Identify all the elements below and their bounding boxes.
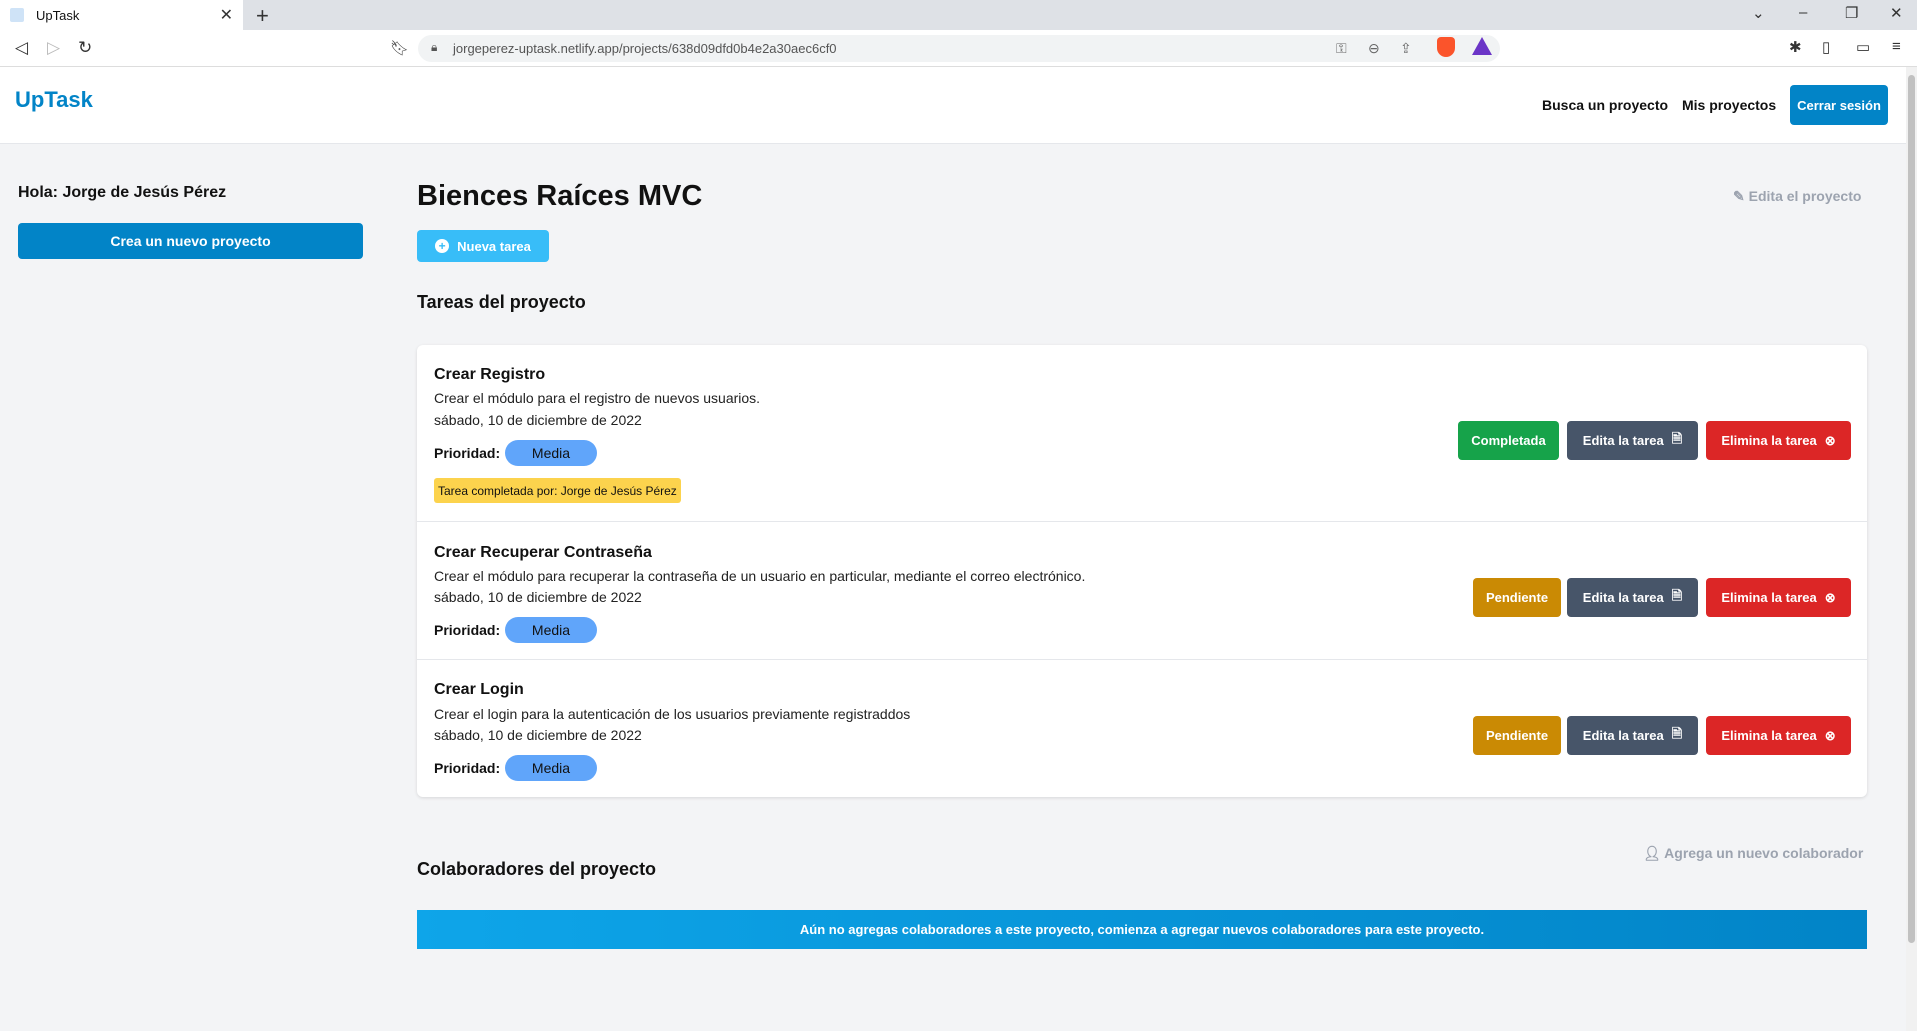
delete-task-button[interactable]: Elimina la tarea ⊗ bbox=[1706, 421, 1851, 460]
restore-icon[interactable]: ❐ bbox=[1845, 4, 1858, 22]
priority-badge: Media bbox=[505, 755, 597, 781]
delete-task-button[interactable]: Elimina la tarea ⊗ bbox=[1706, 716, 1851, 755]
edit-task-button[interactable]: Edita la tarea 🗎︎ bbox=[1567, 578, 1698, 617]
task-list: Crear Registro Crear el módulo para el r… bbox=[417, 345, 1867, 797]
user-greeting: Hola: Jorge de Jesús Pérez bbox=[18, 184, 227, 201]
favicon-icon bbox=[10, 8, 24, 22]
page-scrollbar[interactable] bbox=[1906, 67, 1917, 1031]
task-name: Crear Registro bbox=[434, 366, 546, 383]
edit-task-label: Edita la tarea bbox=[1582, 590, 1664, 605]
task-description: Crear el módulo para el registro de nuev… bbox=[434, 390, 761, 406]
new-project-button[interactable]: Crea un nuevo proyecto bbox=[18, 223, 363, 259]
back-icon[interactable]: ◁ bbox=[15, 38, 28, 58]
edit-task-button[interactable]: Edita la tarea 🗎︎ bbox=[1567, 421, 1698, 460]
minimize-icon[interactable]: – bbox=[1799, 4, 1807, 21]
tab-title: UpTask bbox=[36, 7, 80, 23]
task-date: sábado, 10 de diciembre de 2022 bbox=[434, 589, 642, 605]
window-close-icon[interactable]: ✕ bbox=[1890, 4, 1903, 22]
add-user-icon: 👤︎ bbox=[1643, 845, 1661, 861]
collaborators-heading: Colaboradores del proyecto bbox=[417, 859, 657, 879]
zoom-icon[interactable]: ⊖ bbox=[1368, 40, 1380, 57]
task-date: sábado, 10 de diciembre de 2022 bbox=[434, 412, 642, 428]
my-projects-link[interactable]: Mis proyectos bbox=[1682, 97, 1776, 113]
extensions-icon[interactable]: ✱ bbox=[1789, 38, 1802, 56]
bookmark-icon[interactable]: 🔖︎ bbox=[390, 39, 409, 57]
task-date: sábado, 10 de diciembre de 2022 bbox=[434, 727, 642, 743]
document-icon: 🗎︎ bbox=[1671, 587, 1683, 603]
new-task-button[interactable]: + Nueva tarea bbox=[417, 230, 549, 262]
priority-label: Prioridad: bbox=[434, 622, 501, 638]
delete-task-button[interactable]: Elimina la tarea ⊗ bbox=[1706, 578, 1851, 617]
status-button[interactable]: Pendiente bbox=[1473, 716, 1561, 755]
logout-button[interactable]: Cerrar sesión bbox=[1790, 85, 1888, 125]
key-icon[interactable]: ⚿ bbox=[1336, 40, 1347, 57]
reload-icon[interactable]: ↻ bbox=[78, 38, 92, 58]
task-item: Crear Registro Crear el módulo para el r… bbox=[417, 345, 1867, 522]
wallet-icon[interactable]: ▭ bbox=[1856, 38, 1870, 56]
brave-rewards-icon[interactable] bbox=[1472, 37, 1492, 55]
browser-toolbar: ◁ ▷ ↻ 🔖︎ 🔒︎ jorgeperez-uptask.netlify.ap… bbox=[0, 30, 1917, 67]
lock-icon: 🔒︎ bbox=[431, 40, 438, 54]
status-button[interactable]: Completada bbox=[1458, 421, 1559, 460]
edit-project-link[interactable]: ✎ Edita el proyecto bbox=[1733, 188, 1861, 205]
new-task-label: Nueva tarea bbox=[457, 238, 531, 254]
add-collaborator-link[interactable]: 👤︎ Agrega un nuevo colaborador bbox=[1643, 845, 1863, 862]
tab-close-icon[interactable]: ✕ bbox=[220, 5, 233, 25]
share-icon[interactable]: ⇪ bbox=[1400, 40, 1412, 57]
close-circle-icon: ⊗ bbox=[1824, 589, 1836, 605]
add-collaborator-label: Agrega un nuevo colaborador bbox=[1664, 845, 1864, 861]
tasks-heading: Tareas del proyecto bbox=[417, 292, 586, 312]
page-title: Biences Raíces MVC bbox=[417, 180, 703, 212]
priority-badge: Media bbox=[505, 440, 597, 466]
status-button[interactable]: Pendiente bbox=[1473, 578, 1561, 617]
logo[interactable]: UpTask bbox=[15, 87, 93, 113]
brave-shield-icon[interactable] bbox=[1437, 37, 1455, 57]
sidebar-icon[interactable]: ▯ bbox=[1822, 38, 1830, 56]
new-tab-button[interactable]: + bbox=[256, 3, 269, 29]
browser-tabbar: UpTask ✕ + ⌄ – ❐ ✕ bbox=[0, 0, 1917, 30]
browser-tab[interactable]: UpTask ✕ bbox=[0, 0, 243, 30]
close-circle-icon: ⊗ bbox=[1824, 432, 1836, 448]
task-name: Crear Login bbox=[434, 681, 524, 698]
priority-label: Prioridad: bbox=[434, 760, 501, 776]
edit-task-label: Edita la tarea bbox=[1582, 433, 1664, 448]
delete-task-label: Elimina la tarea bbox=[1721, 728, 1817, 743]
plus-circle-icon: + bbox=[435, 239, 450, 253]
task-description: Crear el módulo para recuperar la contra… bbox=[434, 568, 1086, 584]
document-icon: 🗎︎ bbox=[1671, 725, 1683, 741]
task-item: Crear Recuperar Contraseña Crear el módu… bbox=[417, 522, 1867, 660]
delete-task-label: Elimina la tarea bbox=[1721, 433, 1817, 448]
edit-icon: ✎ bbox=[1733, 188, 1745, 204]
task-description: Crear el login para la autenticación de … bbox=[434, 706, 911, 722]
edit-task-label: Edita la tarea bbox=[1582, 728, 1664, 743]
scrollbar-thumb[interactable] bbox=[1908, 75, 1915, 943]
menu-icon[interactable]: ≡ bbox=[1892, 38, 1901, 55]
edit-task-button[interactable]: Edita la tarea 🗎︎ bbox=[1567, 716, 1698, 755]
forward-icon[interactable]: ▷ bbox=[47, 38, 60, 58]
url-text[interactable]: jorgeperez-uptask.netlify.app/projects/6… bbox=[453, 41, 837, 56]
document-icon: 🗎︎ bbox=[1671, 430, 1683, 446]
delete-task-label: Elimina la tarea bbox=[1721, 590, 1817, 605]
completed-by-badge: Tarea completada por: Jorge de Jesús Pér… bbox=[434, 478, 681, 503]
task-name: Crear Recuperar Contraseña bbox=[434, 544, 652, 561]
app-header: UpTask Busca un proyecto Mis proyectos C… bbox=[0, 67, 1906, 144]
no-collaborators-alert: Aún no agregas colaboradores a este proy… bbox=[417, 910, 1867, 949]
search-project-link[interactable]: Busca un proyecto bbox=[1542, 97, 1668, 113]
edit-project-label: Edita el proyecto bbox=[1748, 188, 1862, 204]
task-item: Crear Login Crear el login para la auten… bbox=[417, 660, 1867, 797]
close-circle-icon: ⊗ bbox=[1824, 727, 1836, 743]
tab-search-icon[interactable]: ⌄ bbox=[1752, 4, 1765, 22]
priority-badge: Media bbox=[505, 617, 597, 643]
priority-label: Prioridad: bbox=[434, 445, 501, 461]
address-bar[interactable]: 🔒︎ jorgeperez-uptask.netlify.app/project… bbox=[418, 35, 1500, 62]
